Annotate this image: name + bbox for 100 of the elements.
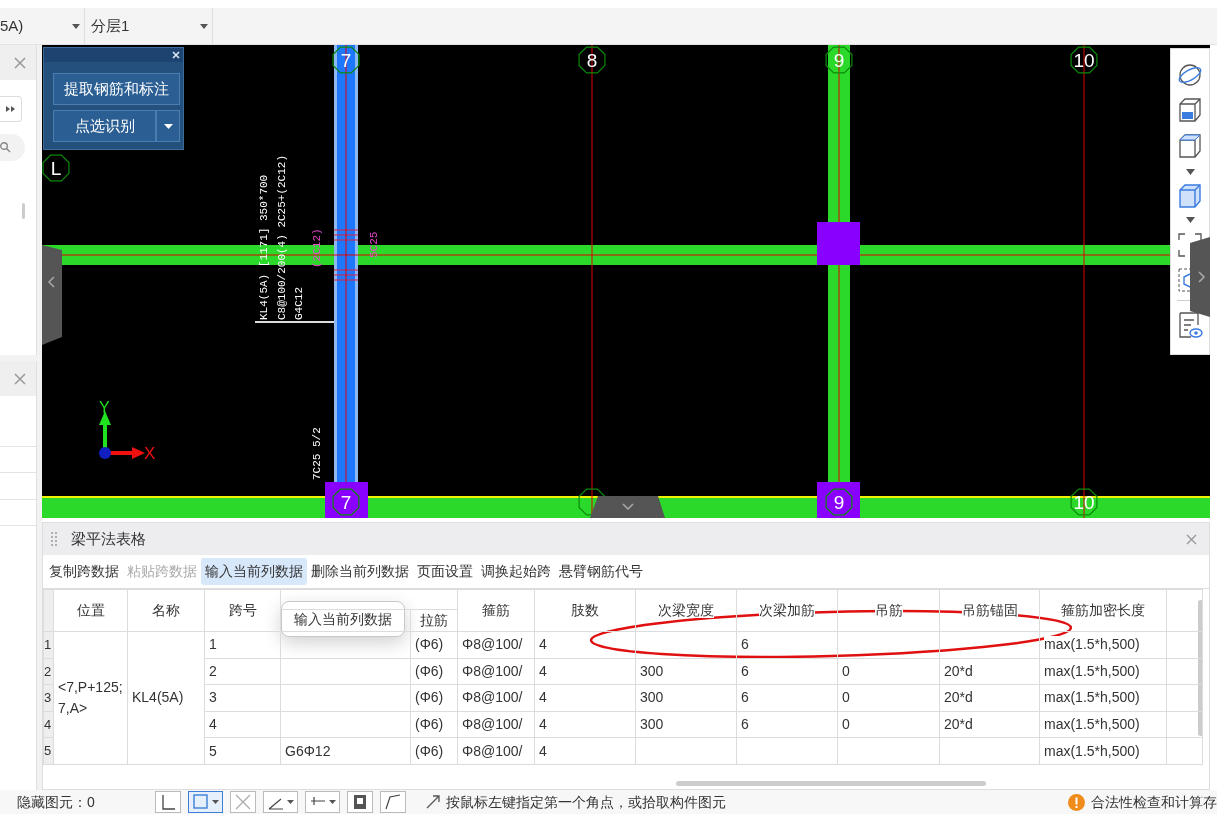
axis-label: X	[144, 444, 156, 463]
warning-icon[interactable]	[1068, 793, 1085, 811]
search-field[interactable]	[0, 134, 25, 161]
tool-button[interactable]	[379, 791, 406, 813]
table-cell: max(1.5*h,500)	[1039, 658, 1167, 685]
table-cell: max(1.5*h,500)	[1039, 631, 1167, 659]
table-cell: 4	[534, 684, 636, 712]
column-header: 名称	[127, 589, 205, 632]
status-text: 隐藏图元：0	[17, 792, 95, 812]
table-cell: 6	[736, 711, 838, 738]
row-number: 5	[43, 737, 54, 765]
caret-icon	[200, 23, 208, 29]
table-cell: <7,P+125;7,A>	[53, 631, 128, 765]
table-cell: 4	[534, 711, 636, 738]
table-cell: max(1.5*h,500)	[1039, 684, 1167, 712]
tool-button[interactable]	[304, 791, 340, 813]
caret-icon	[163, 123, 173, 129]
axis-bubble: 10	[1070, 488, 1098, 516]
extract-button[interactable]: 提取钢筋和标注	[53, 73, 180, 105]
toolbar-link[interactable]: 悬臂钢筋代号	[555, 558, 647, 585]
warning-text[interactable]: 合法性检查和计算存	[1091, 791, 1217, 813]
dashed-cube-icon[interactable]	[1177, 267, 1191, 293]
expand-button[interactable]	[0, 96, 22, 122]
table-cell: 20*d	[939, 711, 1040, 738]
column-header: 箍筋	[457, 589, 535, 632]
axis-bubble: 8	[578, 46, 606, 74]
table-cell: 6	[736, 631, 838, 659]
axis-bubble: L	[42, 154, 70, 182]
table-cell: Φ8@100/	[457, 631, 535, 659]
table-cell: 0	[837, 658, 940, 685]
panel-title: 梁平法表格	[71, 528, 147, 549]
collapse-tab[interactable]	[42, 245, 62, 345]
annotation-text: 7C25 5/2	[311, 427, 323, 480]
table-cell: (Φ6)	[410, 631, 458, 659]
collapse-tab[interactable]	[1190, 237, 1210, 317]
tool-button[interactable]	[154, 791, 181, 813]
annotation-text: (2C12)	[311, 228, 323, 268]
column-header: 次梁加筋	[736, 589, 838, 632]
toolbar-link[interactable]: 删除当前列数据	[307, 558, 413, 585]
table-cell: Φ8@100/	[457, 737, 535, 765]
axis-bubble: 9	[825, 46, 853, 74]
annotation-text: KL4(5A) [1171] 350*700	[258, 174, 270, 320]
column-header: 吊筋	[837, 589, 940, 632]
caret-icon	[286, 800, 294, 804]
toolbar-link[interactable]: 调换起始跨	[477, 558, 555, 585]
table-cell: 20*d	[939, 658, 1040, 685]
table-cell: 0	[837, 711, 940, 738]
table-cell: (Φ6)	[410, 684, 458, 712]
caret-icon	[328, 800, 336, 804]
axis-gizmo-drawing	[99, 411, 145, 459]
scrollbar-thumb[interactable]	[22, 203, 25, 219]
scrollbar-thumb[interactable]	[1198, 600, 1203, 736]
toolbar-link[interactable]: 输入当前列数据	[201, 558, 307, 585]
table-cell: max(1.5*h,500)	[1039, 737, 1167, 765]
axis-bubble: 10	[1070, 46, 1098, 74]
toolbar-link[interactable]: 复制跨数据	[45, 558, 123, 585]
table-cell: Φ8@100/	[457, 711, 535, 738]
drag-handle-icon[interactable]	[51, 532, 57, 546]
3d-box-icon[interactable]	[1177, 97, 1203, 123]
table-cell: 4	[534, 737, 636, 765]
filled-cube-icon[interactable]	[1177, 183, 1203, 209]
table-cell: 300	[635, 684, 737, 712]
table-cell: 0	[837, 684, 940, 712]
tool-button[interactable]	[346, 791, 373, 813]
table-cell: 3	[204, 684, 281, 712]
component-dropdown[interactable]: 5A)	[0, 8, 85, 44]
tool-button[interactable]	[262, 791, 298, 813]
table-cell: 5	[204, 737, 281, 765]
table-cell: 4	[534, 631, 636, 659]
row-number: 1	[43, 631, 54, 659]
table-cell: KL4(5A)	[127, 631, 205, 765]
orbit-icon[interactable]	[1177, 63, 1203, 87]
layer-dropdown[interactable]: 分层1	[85, 8, 213, 44]
caret-icon[interactable]	[1185, 169, 1195, 175]
row-number: 4	[43, 711, 54, 738]
caret-icon[interactable]	[1185, 217, 1195, 223]
annotation-text: G4C12	[293, 287, 305, 320]
column-header: 位置	[53, 589, 128, 632]
toolbar-link[interactable]: 页面设置	[413, 558, 477, 585]
dropdown-button[interactable]	[156, 110, 180, 142]
caret-icon	[211, 800, 219, 804]
tool-button[interactable]	[187, 791, 223, 813]
table-cell: (Φ6)	[410, 711, 458, 738]
table-cell: 1	[204, 631, 281, 659]
annotation-text: C8@100/200(4) 2C25+(2C12)	[276, 154, 288, 320]
table-cell: 4	[534, 658, 636, 685]
identify-button[interactable]: 点选识别	[53, 110, 156, 142]
axis-label: Y	[99, 399, 110, 416]
scrollbar-thumb[interactable]	[676, 781, 986, 786]
document-view-icon[interactable]	[1177, 311, 1203, 339]
table-cell: (Φ6)	[410, 737, 458, 765]
axis-bubble: 7	[332, 488, 360, 516]
table-cell: max(1.5*h,500)	[1039, 711, 1167, 738]
table-cell: Φ8@100/	[457, 658, 535, 685]
caret-icon	[72, 23, 80, 29]
search-icon	[0, 142, 11, 153]
column-header: 肢数	[534, 589, 636, 632]
table-cell: 300	[635, 711, 737, 738]
status-text: 按鼠标左键指定第一个角点，或拾取构件图元	[445, 792, 727, 812]
cube-icon[interactable]	[1177, 133, 1203, 159]
